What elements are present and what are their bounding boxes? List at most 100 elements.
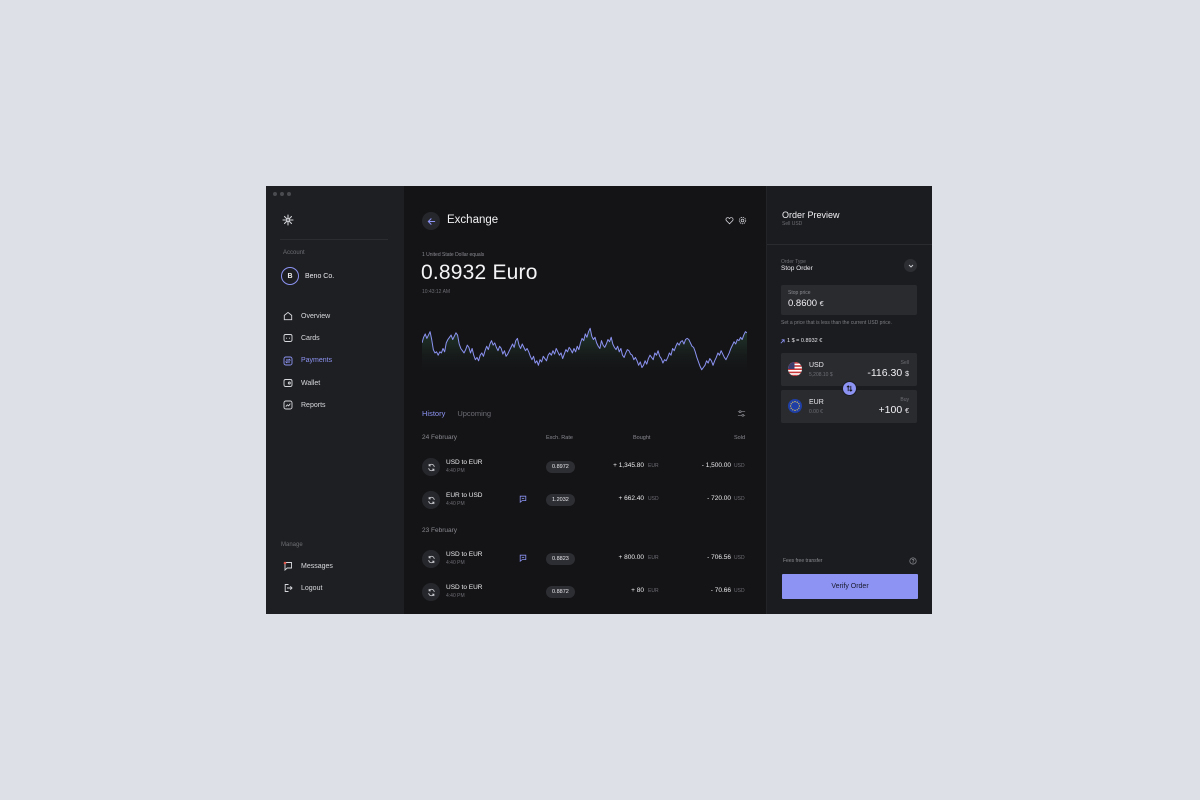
- bought-currency: USD: [648, 496, 659, 502]
- logo-icon: [282, 214, 294, 226]
- exchange-icon: [422, 550, 440, 568]
- sidebar-item-label: Overview: [301, 312, 331, 320]
- sidebar-item-label: Reports: [301, 401, 326, 409]
- sidebar-item-label: Logout: [301, 584, 323, 592]
- tab-upcoming[interactable]: Upcoming: [457, 409, 491, 418]
- sidebar-item-messages[interactable]: Messages: [283, 555, 393, 577]
- trade-side: Sell: [900, 360, 909, 366]
- table-row[interactable]: USD to EUR 4:40 PM 0.8823 + 800.00 EUR -…: [422, 548, 746, 570]
- sidebar-item-label: Messages: [301, 562, 333, 570]
- filter-icon[interactable]: [737, 409, 746, 418]
- table-row[interactable]: USD to EUR 4:40 PM 0.8872 + 80 EUR - 70.…: [422, 581, 746, 603]
- exchange-icon: [422, 458, 440, 476]
- sidebar-item-logout[interactable]: Logout: [283, 577, 393, 599]
- sold-currency: USD: [734, 496, 745, 502]
- currency-balance: 5,208.10 $: [809, 372, 833, 378]
- sidebar-item-overview[interactable]: Overview: [283, 305, 393, 327]
- sidebar-item-label: Payments: [301, 357, 333, 365]
- date-header: 23 February: [422, 527, 458, 534]
- bought-amount: + 80: [631, 587, 644, 594]
- manage-nav: Messages Logout: [283, 555, 393, 600]
- quote-rate: 1 $ = 0.8932 €: [780, 338, 822, 344]
- sold-amount: - 720.00: [707, 495, 731, 502]
- sold-amount: - 1,500.00: [701, 462, 731, 469]
- row-time: 4:40 PM: [446, 560, 465, 566]
- exchange-icon: [422, 583, 440, 601]
- currency-code: EUR: [809, 399, 824, 406]
- table-row[interactable]: USD to EUR 4:40 PM 0.8972 + 1,345.80 EUR…: [422, 456, 746, 478]
- message-icon[interactable]: [519, 554, 527, 562]
- row-time: 4:40 PM: [446, 468, 465, 474]
- row-pair: EUR to USD: [446, 492, 483, 499]
- rate-pill: 1.2032: [546, 494, 575, 506]
- sidebar-item-reports[interactable]: Reports: [283, 394, 393, 416]
- sidebar-item-payments[interactable]: Payments: [283, 350, 393, 372]
- us-flag-icon: [788, 362, 802, 376]
- order-type-dropdown[interactable]: [904, 259, 917, 272]
- sidebar-item-cards[interactable]: Cards: [283, 327, 393, 349]
- sidebar-nav: Overview Cards Payments Wallet Reports: [283, 305, 393, 416]
- back-button[interactable]: [422, 212, 440, 230]
- col-head-bought: Bought: [633, 435, 651, 441]
- order-type-value: Stop Order: [781, 265, 813, 272]
- heart-icon[interactable]: [725, 216, 734, 225]
- manage-section-label: Manage: [281, 542, 303, 548]
- exchange-rate-value: 0.8932 Euro: [421, 261, 538, 284]
- account-name: Beno Co.: [305, 272, 335, 280]
- rate-chart[interactable]: [422, 312, 747, 376]
- wallet-icon: [283, 379, 293, 387]
- arrow-up-right-icon: [780, 338, 785, 343]
- avatar: B: [281, 267, 299, 285]
- currency-code: USD: [809, 362, 824, 369]
- row-pair: USD to EUR: [446, 551, 483, 558]
- sold-currency: USD: [734, 555, 745, 561]
- window-controls[interactable]: [273, 192, 291, 196]
- col-head-sold: Sold: [734, 435, 746, 441]
- row-time: 4:40 PM: [446, 501, 465, 507]
- sidebar-item-wallet[interactable]: Wallet: [283, 372, 393, 394]
- currency-balance: 0.00 €: [809, 409, 823, 415]
- sold-amount: - 706.56: [707, 554, 731, 561]
- card-icon: [283, 334, 293, 343]
- message-icon[interactable]: [519, 495, 527, 503]
- verify-order-button[interactable]: Verify Order: [782, 574, 918, 599]
- rate-timestamp: 10:43:12 AM: [422, 289, 451, 295]
- sidebar-item-label: Wallet: [301, 379, 321, 387]
- reports-icon: [283, 400, 293, 410]
- sold-currency: USD: [734, 588, 745, 594]
- exchange-icon: [422, 491, 440, 509]
- stop-price-value: 0.8600 €: [788, 298, 824, 309]
- col-head-rate: Exch. Rate: [546, 435, 573, 441]
- panel-divider: [767, 244, 932, 245]
- row-pair: USD to EUR: [446, 459, 483, 466]
- messages-icon: [283, 561, 292, 572]
- trade-side: Buy: [900, 397, 909, 403]
- swap-icon: [846, 385, 853, 392]
- page-title: Exchange: [447, 214, 499, 226]
- sidebar: Account B Beno Co. Overview Cards Paymen…: [266, 186, 404, 614]
- account-switcher[interactable]: B Beno Co.: [281, 267, 334, 285]
- account-section-label: Account: [283, 250, 305, 256]
- sold-amount: - 70.66: [710, 587, 731, 594]
- stop-price-label: Stop price: [788, 290, 811, 296]
- table-row[interactable]: EUR to USD 4:40 PM 1.2032 + 662.40 USD -…: [422, 489, 746, 511]
- tab-history[interactable]: History: [422, 409, 445, 418]
- home-icon: [283, 311, 293, 321]
- rate-pill: 0.8872: [546, 586, 575, 598]
- settings-icon[interactable]: [738, 216, 747, 225]
- app-window: Account B Beno Co. Overview Cards Paymen…: [266, 186, 932, 614]
- row-time: 4:40 PM: [446, 593, 465, 599]
- bought-currency: EUR: [648, 555, 659, 561]
- history-tabs: History Upcoming: [422, 409, 491, 418]
- exchange-main: Exchange 1 United State Dollar equals 0.…: [404, 186, 766, 614]
- stop-price-field[interactable]: Stop price 0.8600 €: [781, 285, 917, 315]
- bought-currency: EUR: [648, 588, 659, 594]
- swap-button[interactable]: [842, 381, 857, 396]
- chevron-down-icon: [908, 264, 913, 268]
- stop-price-hint: Set a price that is less than the curren…: [781, 320, 892, 326]
- date-header: 24 February: [422, 434, 458, 441]
- help-icon[interactable]: [909, 557, 917, 565]
- rate-pill: 0.8823: [546, 553, 575, 565]
- stop-price-unit: €: [819, 301, 824, 308]
- fees-note: Fees free transfer: [783, 558, 823, 564]
